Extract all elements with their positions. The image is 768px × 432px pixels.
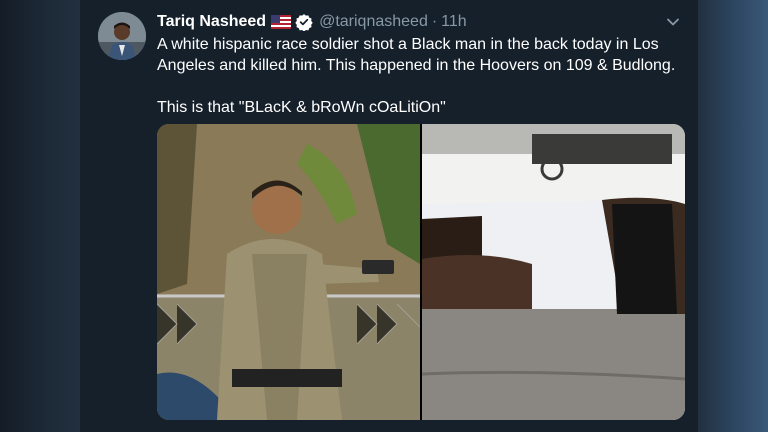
background-left (0, 0, 80, 432)
user-handle[interactable]: @tariqnasheed (319, 13, 428, 31)
us-flag-icon (271, 15, 292, 29)
verified-badge-icon (295, 13, 313, 32)
tweet-header: Tariq Nasheed @tariqnasheed · 11h (157, 11, 682, 33)
tweet-card[interactable]: Tariq Nasheed @tariqnasheed · 11h A whit… (80, 0, 698, 432)
avatar[interactable] (98, 12, 146, 60)
avatar-image (98, 12, 146, 60)
tweet-text: A white hispanic race soldier shot a Bla… (157, 36, 676, 116)
victim-photo[interactable] (422, 124, 685, 420)
background-right (698, 0, 768, 432)
separator-dot: · (431, 13, 438, 30)
chevron-down-icon[interactable] (664, 13, 682, 31)
tweet-media[interactable] (157, 124, 685, 420)
display-name[interactable]: Tariq Nasheed (157, 13, 266, 31)
tweet-timestamp[interactable]: 11h (441, 13, 467, 31)
officer-photo[interactable] (157, 124, 420, 420)
